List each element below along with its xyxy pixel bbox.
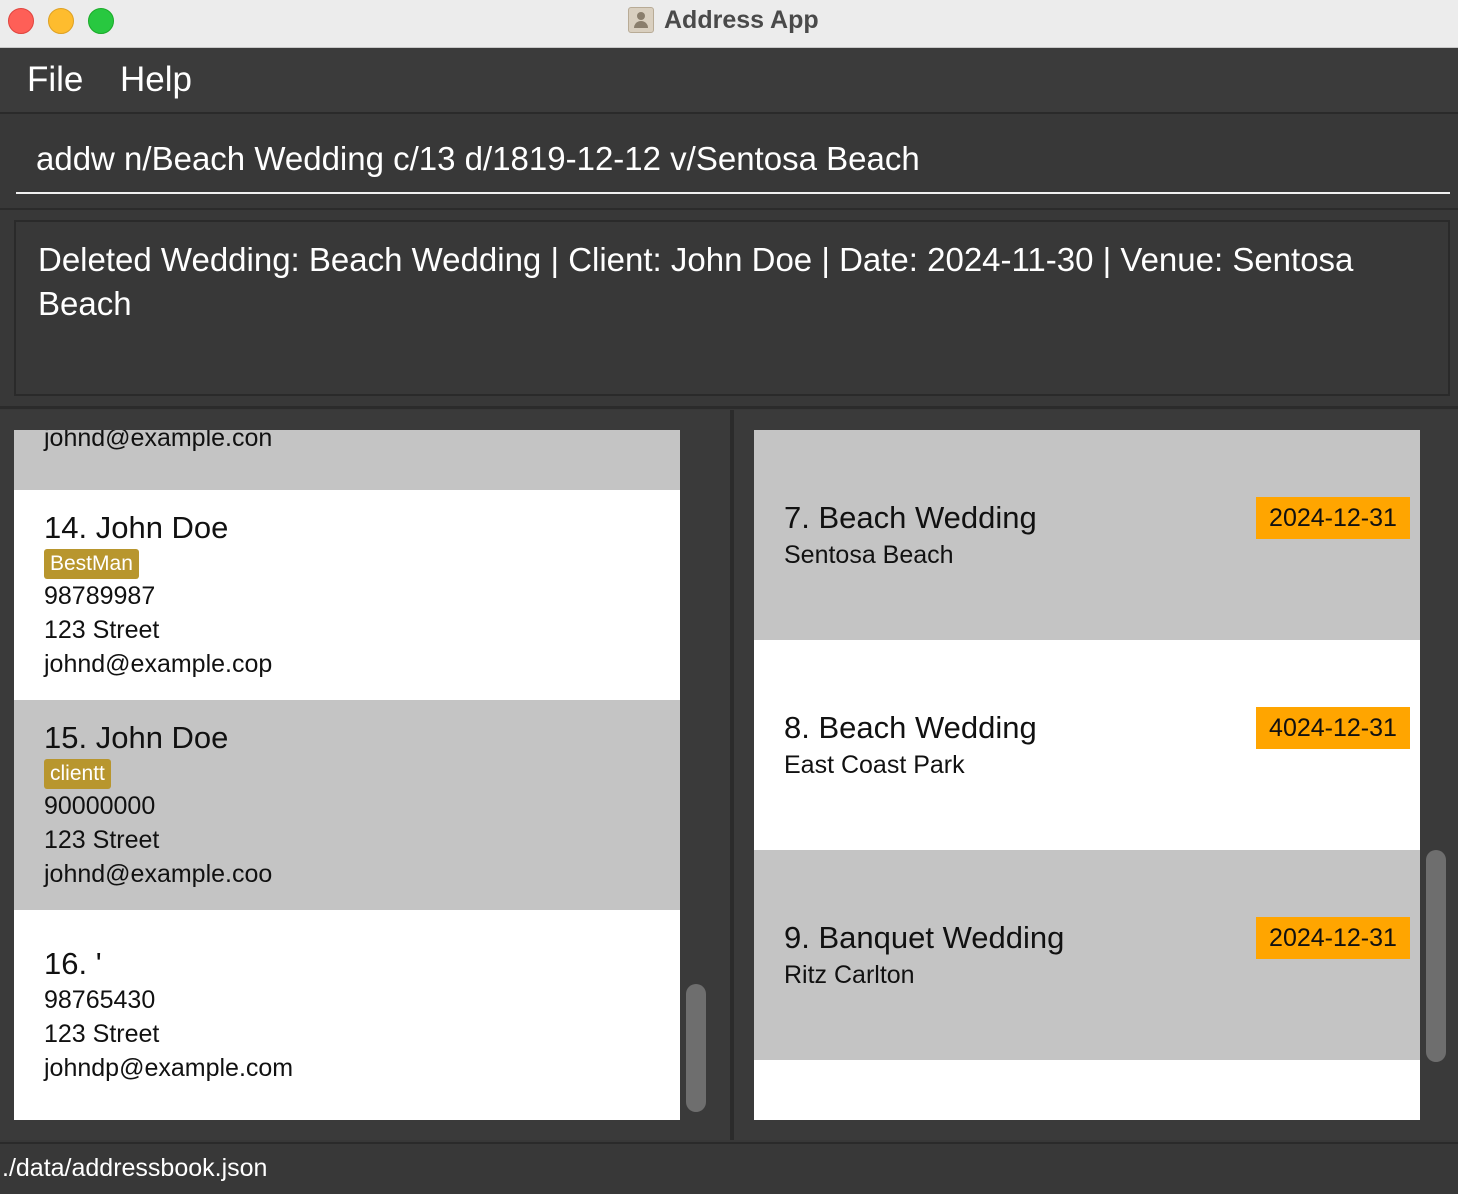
save-location-text: ./data/addressbook.json	[2, 1154, 268, 1182]
wedding-card[interactable]: 7. Beach Wedding Sentosa Beach 2024-12-3…	[754, 430, 1420, 640]
command-input[interactable]: addw n/Beach Wedding c/13 d/1819-12-12 v…	[16, 124, 1450, 194]
person-name: 16. '	[44, 946, 102, 981]
wedding-card[interactable]: 8. Beach Wedding East Coast Park 4024-12…	[754, 640, 1420, 850]
person-card[interactable]: 14. John Doe BestMan 98789987 123 Street…	[14, 490, 680, 700]
result-display-area: Deleted Wedding: Beach Wedding | Client:…	[0, 210, 1458, 409]
person-list-panel: johnd@example.con 14. John Doe BestMan 9…	[0, 410, 730, 1140]
person-email: johnd@example.cop	[44, 650, 273, 678]
person-address: 123 Street	[44, 1020, 160, 1048]
person-name: 15. John Doe	[44, 720, 229, 755]
person-address: 123 Street	[44, 616, 160, 644]
person-phone: 98789987	[44, 582, 156, 610]
menu-bar: File Help	[0, 48, 1458, 114]
address-book-icon	[628, 7, 654, 33]
person-tag: clientt	[44, 759, 111, 789]
wedding-venue: East Coast Park	[784, 751, 965, 779]
menu-file[interactable]: File	[27, 60, 83, 100]
wedding-card[interactable]	[754, 1060, 1420, 1120]
person-card[interactable]: johnd@example.con	[14, 430, 680, 490]
wedding-venue: Sentosa Beach	[784, 541, 954, 569]
person-card[interactable]: 16. ' 98765430 123 Street johndp@example…	[14, 910, 680, 1120]
result-display: Deleted Wedding: Beach Wedding | Client:…	[14, 220, 1450, 396]
person-list-scrollbar[interactable]	[686, 984, 706, 1112]
window-title: Address App	[664, 5, 819, 34]
person-email: johnd@example.coo	[44, 860, 273, 888]
wedding-list-panel: 7. Beach Wedding Sentosa Beach 2024-12-3…	[734, 410, 1458, 1140]
wedding-name: 8. Beach Wedding	[784, 710, 1037, 745]
wedding-date-badge: 2024-12-31	[1256, 917, 1410, 959]
person-name: 14. John Doe	[44, 510, 229, 545]
wedding-date-badge: 2024-12-31	[1256, 497, 1410, 539]
maximize-window-button[interactable]	[88, 8, 114, 34]
result-text-line-1: Deleted Wedding: Beach Wedding | Client:…	[38, 241, 1354, 278]
person-address: 123 Street	[44, 826, 160, 854]
person-tag: BestMan	[44, 549, 139, 579]
wedding-list-scrollbar[interactable]	[1426, 850, 1446, 1062]
wedding-list[interactable]: 7. Beach Wedding Sentosa Beach 2024-12-3…	[754, 430, 1420, 1120]
close-window-button[interactable]	[8, 8, 34, 34]
person-phone: 90000000	[44, 792, 156, 820]
wedding-card[interactable]: 9. Banquet Wedding Ritz Carlton 2024-12-…	[754, 850, 1420, 1060]
wedding-name: 7. Beach Wedding	[784, 500, 1037, 535]
menu-help[interactable]: Help	[120, 60, 192, 100]
wedding-date-badge: 4024-12-31	[1256, 707, 1410, 749]
person-phone: 98765430	[44, 986, 156, 1014]
person-email: johndp@example.com	[44, 1054, 294, 1082]
window-title-group: Address App	[628, 6, 819, 34]
person-list[interactable]: johnd@example.con 14. John Doe BestMan 9…	[14, 430, 680, 1120]
person-card[interactable]: 15. John Doe clientt 90000000 123 Street…	[14, 700, 680, 910]
minimize-window-button[interactable]	[48, 8, 74, 34]
result-text-line-2: Beach	[38, 285, 132, 322]
command-box: addw n/Beach Wedding c/13 d/1819-12-12 v…	[0, 114, 1458, 210]
wedding-name: 9. Banquet Wedding	[784, 920, 1065, 955]
status-bar: ./data/addressbook.json	[0, 1142, 1458, 1194]
wedding-venue: Ritz Carlton	[784, 961, 915, 989]
person-email: johnd@example.con	[44, 430, 273, 452]
title-bar: Address App	[0, 0, 1458, 48]
